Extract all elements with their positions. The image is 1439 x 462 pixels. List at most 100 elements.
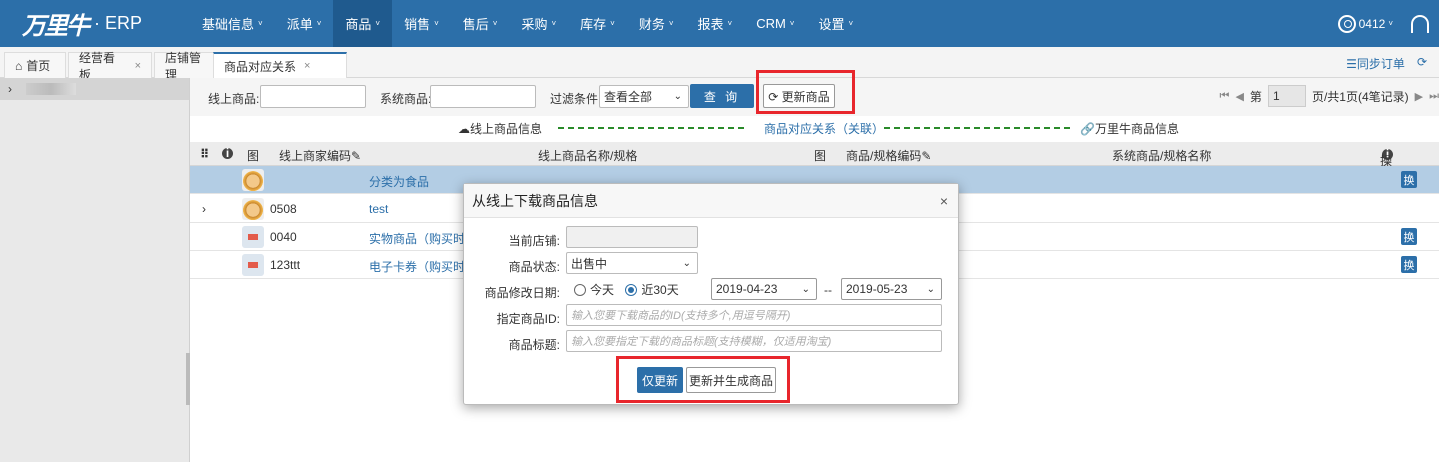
user-icon: [1337, 14, 1356, 33]
nav-item-basic-info[interactable]: 基础信息 ˅: [190, 0, 275, 47]
online-code: 0040: [270, 230, 297, 244]
nav-item-settings[interactable]: 设置 ˅: [806, 0, 865, 47]
system-product-input[interactable]: [430, 85, 536, 108]
info-icon: i: [222, 147, 233, 159]
col-action: 操作i: [1380, 147, 1393, 185]
date-separator: --: [824, 283, 832, 297]
tab-product-mapping[interactable]: 商品对应关系 ×: [213, 52, 347, 78]
page-number-input[interactable]: 1: [1267, 85, 1306, 107]
panel-resize-handle[interactable]: [186, 353, 190, 405]
nav-item-inventory[interactable]: 库存 ˅: [568, 0, 627, 47]
headset-icon[interactable]: [1411, 14, 1429, 33]
online-code: 0508: [270, 202, 297, 216]
chevron-down-icon: ˅: [375, 19, 381, 28]
chevron-down-icon: ⌄: [801, 283, 810, 295]
swap-button[interactable]: 换: [1401, 171, 1417, 188]
query-button[interactable]: 查 询: [690, 84, 754, 108]
online-product-name[interactable]: 实物商品（购买时: [369, 230, 465, 247]
online-code: 123ttt: [270, 258, 301, 272]
store-label: 当前店铺:: [508, 234, 560, 248]
nav-item-crm[interactable]: CRM ˅: [744, 0, 806, 47]
online-product-name[interactable]: 电子卡券（购买时: [369, 258, 465, 275]
highlight-dialog-buttons: [616, 356, 790, 403]
product-title-input[interactable]: 输入您要指定下载的商品标题(支持模糊，仅适用淘宝): [566, 330, 942, 352]
nav-item-products[interactable]: 商品 ˅: [333, 0, 393, 47]
online-product-name[interactable]: 分类为食品: [369, 173, 429, 190]
user-menu[interactable]: 0412 ˅: [1337, 14, 1393, 33]
dashed-divider: [558, 127, 744, 129]
nav-item-reports[interactable]: 报表 ˅: [686, 0, 745, 47]
main-menu: 基础信息 ˅ 派单 ˅ 商品 ˅ 销售 ˅ 售后 ˅ 采购 ˅ 库存 ˅ 财务 ˅ 报表 ˅ CR…: [190, 0, 865, 47]
nav-item-dispatch[interactable]: 派单 ˅: [275, 0, 334, 47]
user-name: 0412: [1358, 16, 1386, 31]
chevron-down-icon: ˅: [1388, 19, 1393, 28]
tabbar-actions: ☰同步订单 ⟳: [1346, 55, 1427, 72]
status-label: 商品状态:: [508, 260, 560, 274]
blurred-store-name: [26, 83, 76, 95]
store-tree-panel: ›: [0, 78, 190, 462]
dashed-divider: [884, 127, 1070, 129]
close-icon[interactable]: ×: [940, 193, 948, 209]
sync-orders-button[interactable]: ☰同步订单: [1346, 55, 1405, 72]
relation-section: 商品对应关系（关联）: [764, 122, 885, 136]
refresh-icon[interactable]: ⟳: [1417, 55, 1427, 72]
prev-page-icon[interactable]: ◀: [1235, 90, 1243, 103]
date-to-select[interactable]: 2019-05-23 ⌄: [841, 278, 942, 300]
logo-mark: 万里牛: [22, 10, 90, 40]
product-id-input[interactable]: 输入您要下载商品的ID(支持多个,用逗号隔开): [566, 304, 942, 326]
swap-button[interactable]: 换: [1401, 256, 1417, 273]
online-product-name[interactable]: test: [369, 202, 388, 216]
chevron-down-icon: ˅: [551, 19, 557, 28]
row-expander[interactable]: ›: [202, 202, 206, 216]
chevron-down-icon: ˅: [610, 19, 615, 28]
tab-home[interactable]: ⌂ 首页: [4, 52, 66, 78]
highlight-update-button: [756, 70, 855, 114]
nav-item-finance[interactable]: 财务 ˅: [627, 0, 686, 47]
date-range-radios: 今天 近30天: [574, 281, 679, 298]
dialog-title: 从线上下载商品信息: [464, 184, 958, 218]
status-select[interactable]: 出售中 ⌄: [566, 252, 698, 274]
radio-checked-icon: [625, 284, 638, 296]
store-tree-item[interactable]: ›: [0, 78, 189, 100]
next-page-icon[interactable]: ▶: [1415, 90, 1423, 103]
nav-item-sales[interactable]: 销售 ˅: [392, 0, 451, 47]
chevron-down-icon: ˅: [434, 19, 439, 28]
close-icon[interactable]: ×: [304, 60, 310, 72]
top-right-tools: 0412 ˅: [1337, 0, 1429, 47]
chevron-down-icon: ⌄: [673, 91, 682, 102]
top-nav: 万里牛 · ERP 基础信息 ˅ 派单 ˅ 商品 ˅ 销售 ˅ 售后 ˅ 采购 ˅ 库存 ˅ …: [0, 0, 1439, 47]
tab-dashboard[interactable]: 经营看板 ×: [68, 51, 152, 82]
col-image: 图: [247, 149, 260, 163]
drag-handle-icon: ⠿: [200, 147, 210, 161]
chevron-down-icon: ˅: [316, 19, 322, 28]
chevron-right-icon[interactable]: ›: [8, 82, 12, 96]
first-page-icon[interactable]: ⏮: [1220, 90, 1230, 103]
online-info-section: ☁线上商品信息: [458, 122, 543, 136]
product-thumbnail: [242, 226, 264, 248]
table-header: ⠿ i 图 线上商家编码✎ 线上商品名称/规格 图 商品/规格编码✎ 系统商品/…: [190, 142, 1439, 185]
close-icon[interactable]: ×: [135, 60, 141, 72]
chevron-down-icon: ˅: [492, 19, 498, 28]
product-title-label: 商品标题:: [508, 338, 560, 352]
swap-button[interactable]: 换: [1401, 228, 1417, 245]
section-headers: ☁线上商品信息 商品对应关系（关联） 🔗万里牛商品信息: [190, 116, 1439, 138]
chevron-down-icon: ˅: [848, 19, 854, 28]
chevron-down-icon: ⌄: [682, 257, 691, 269]
chevron-down-icon: ˅: [727, 19, 733, 28]
filter-condition-select[interactable]: 查看全部 ⌄: [599, 85, 689, 108]
date-from-select[interactable]: 2019-04-23 ⌄: [711, 278, 817, 300]
col-online-code[interactable]: 线上商家编码✎: [279, 147, 361, 164]
nav-item-purchase[interactable]: 采购 ˅: [509, 0, 568, 47]
col-system-name: 系统商品/规格名称: [1112, 149, 1212, 163]
col-sku-code[interactable]: 商品/规格编码✎: [846, 147, 931, 164]
nav-item-after-sales[interactable]: 售后 ˅: [451, 0, 510, 47]
radio-today[interactable]: 今天: [574, 283, 614, 297]
radio-last-30-days[interactable]: 近30天: [625, 283, 679, 297]
logo-suffix: · ERP: [94, 12, 143, 33]
col-online-name: 线上商品名称/规格: [538, 149, 638, 163]
last-page-icon[interactable]: ⏭: [1429, 90, 1439, 103]
app-logo[interactable]: 万里牛 · ERP: [22, 8, 143, 40]
online-product-input[interactable]: [260, 85, 366, 108]
pagination: ⏮ ◀ 第 1 页/共1页(4笔记录) ▶ ⏭: [1220, 84, 1439, 108]
chevron-down-icon: ⌄: [926, 283, 935, 295]
